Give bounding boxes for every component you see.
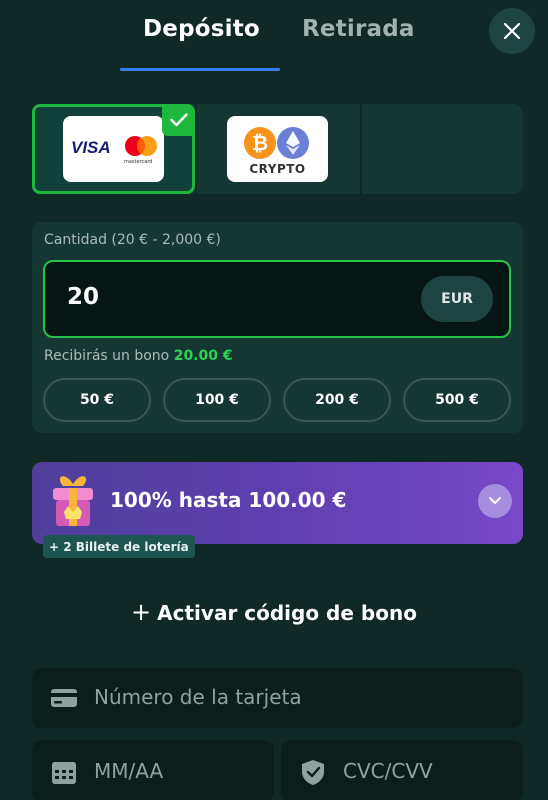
promo-title: 100% hasta 100.00 € (110, 488, 347, 512)
visa-mastercard-logo: VISA mastercard (63, 116, 164, 182)
preset-amount-button[interactable]: 500 € (403, 378, 511, 422)
shield-check-icon (302, 760, 324, 785)
promo-expand-button[interactable] (478, 484, 512, 518)
card-number-placeholder: Número de la tarjeta (94, 685, 302, 709)
card-number-field[interactable]: Número de la tarjeta (32, 668, 523, 728)
amount-value[interactable]: 20 (67, 284, 99, 310)
tab-withdraw[interactable]: Retirada (302, 16, 415, 42)
tab-deposit[interactable]: Depósito (143, 16, 260, 42)
close-icon (503, 22, 521, 40)
preset-amount-button[interactable]: 100 € (163, 378, 271, 422)
bonus-amount: 20.00 € (173, 348, 233, 364)
ethereum-icon (277, 127, 309, 159)
close-button[interactable] (489, 8, 535, 54)
lottery-badge: + 2 Billete de lotería (43, 535, 195, 558)
cvc-placeholder: CVC/CVV (343, 759, 433, 783)
plus-icon: + (131, 598, 152, 626)
chevron-down-icon (489, 497, 501, 504)
calendar-icon (52, 762, 76, 784)
payment-method-selector: VISA mastercard ₿ CRYPTO (32, 104, 523, 194)
preset-amount-button[interactable]: 200 € (283, 378, 391, 422)
bonus-code-label: Activar código de bono (157, 601, 417, 625)
currency-button[interactable]: EUR (421, 276, 493, 322)
payment-method-card[interactable]: VISA mastercard (32, 104, 195, 194)
amount-input[interactable]: 20 EUR (43, 260, 511, 338)
amount-panel: Cantidad (20 € - 2,000 €) 20 EUR Recibir… (32, 222, 523, 433)
active-tab-indicator (120, 68, 280, 71)
selected-badge (162, 104, 195, 136)
crypto-logo: ₿ CRYPTO (227, 116, 328, 182)
amount-label: Cantidad (20 € - 2,000 €) (44, 232, 221, 248)
gift-box-icon (53, 476, 93, 526)
tab-bar: Depósito Retirada (0, 0, 548, 72)
mastercard-label: mastercard (124, 159, 153, 165)
bonus-promo-banner[interactable]: 100% hasta 100.00 € (32, 462, 523, 544)
checkmark-icon (169, 113, 188, 127)
payment-method-empty-slot (360, 104, 523, 194)
bonus-info-text: Recibirás un bono (44, 348, 170, 364)
bonus-info: Recibirás un bono 20.00 € (44, 348, 233, 364)
crypto-label: CRYPTO (249, 162, 306, 176)
expiry-field[interactable]: MM/AA (32, 740, 274, 800)
payment-method-crypto[interactable]: ₿ CRYPTO (195, 104, 358, 194)
visa-logo-text: VISA (71, 138, 111, 157)
preset-amount-button[interactable]: 50 € (43, 378, 151, 422)
expiry-placeholder: MM/AA (94, 759, 164, 783)
svg-text:₿: ₿ (252, 131, 268, 155)
cvc-field[interactable]: CVC/CVV (281, 740, 523, 800)
activate-bonus-code-button[interactable]: + Activar código de bono (0, 598, 548, 626)
credit-card-icon (51, 689, 77, 707)
bitcoin-icon: ₿ (244, 127, 276, 159)
